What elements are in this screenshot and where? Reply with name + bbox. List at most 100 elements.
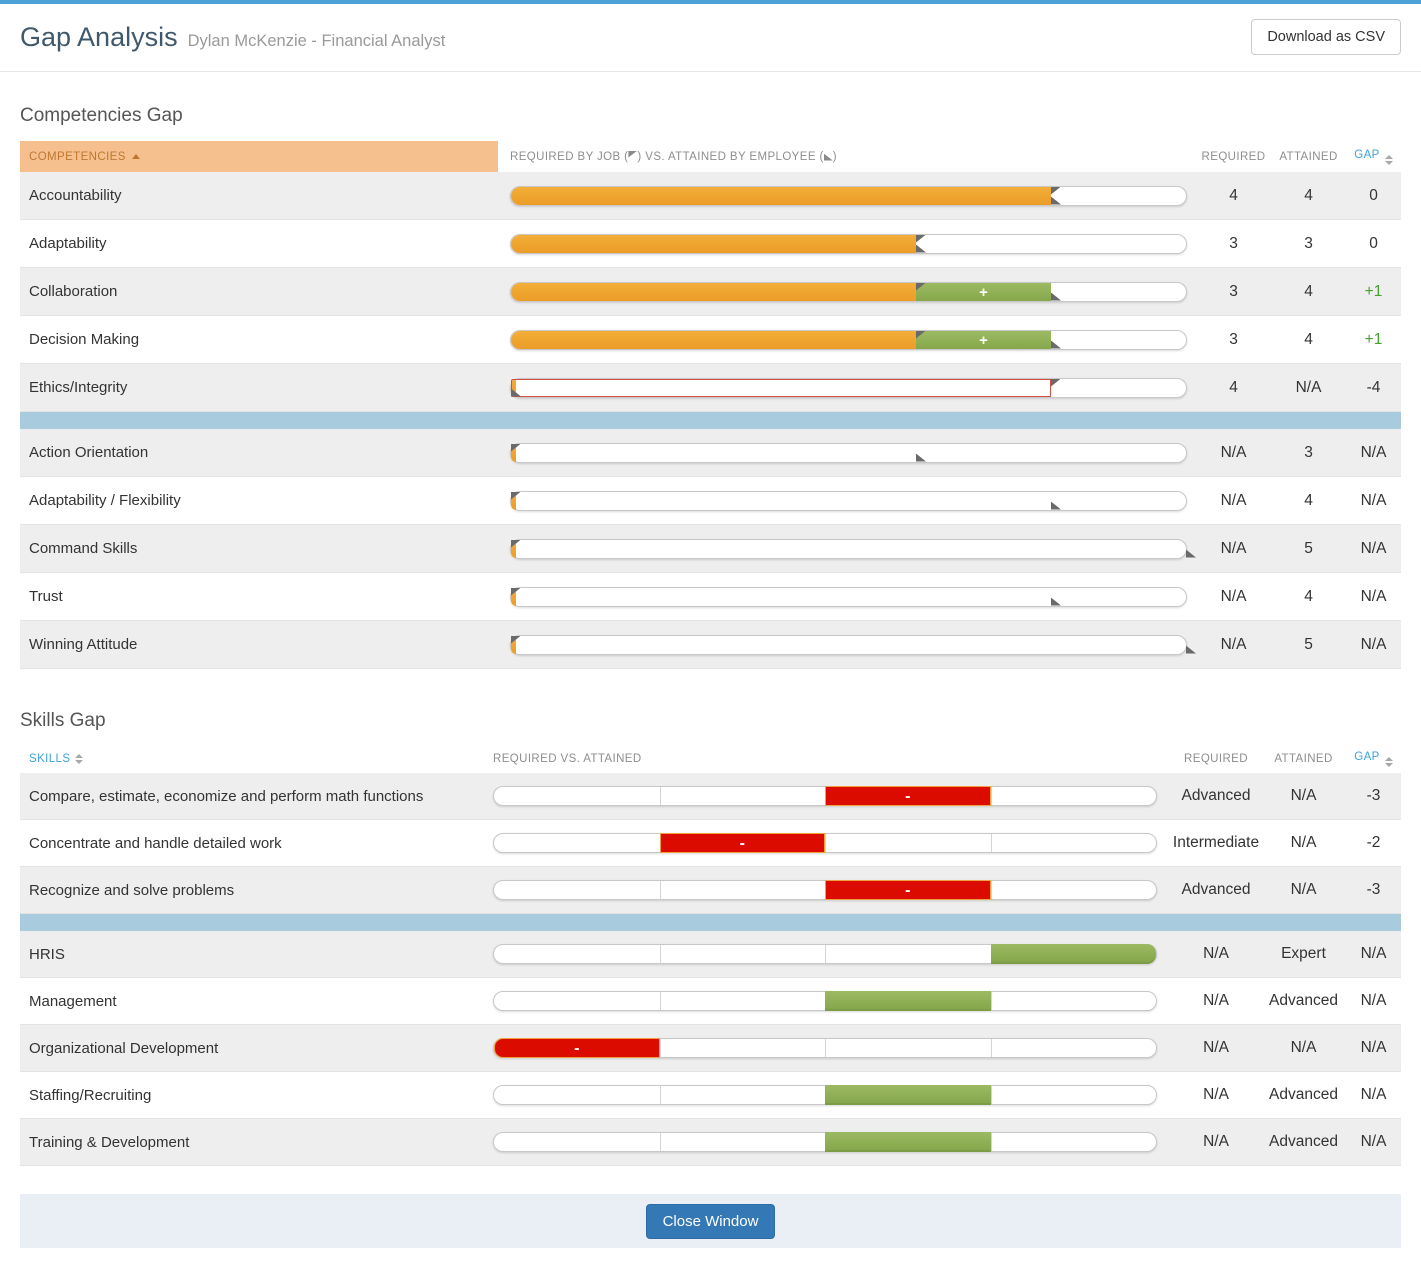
attained-marker-icon <box>1051 341 1061 349</box>
attained-value: N/A <box>1271 379 1346 397</box>
legend-text-pre: REQUIRED BY JOB ( <box>510 151 628 163</box>
skill-label: Compare, estimate, economize and perform… <box>20 788 493 805</box>
gap-value: -3 <box>1346 787 1401 805</box>
attained-value: 5 <box>1271 540 1346 558</box>
competency-label: Accountability <box>20 187 498 204</box>
gap-value: 0 <box>1346 235 1401 253</box>
gap-value: -2 <box>1346 834 1401 852</box>
skill-bar: - <box>493 833 1157 853</box>
attained-column-header: ATTAINED <box>1271 151 1346 163</box>
competency-bar <box>510 443 1187 463</box>
surplus-segment <box>825 1085 991 1105</box>
required-value: 4 <box>1196 187 1271 205</box>
required-fill <box>511 235 916 253</box>
gap-value: -4 <box>1346 379 1401 397</box>
gap-sort-header[interactable]: GAP <box>1346 751 1401 767</box>
surplus-segment <box>825 991 991 1011</box>
missing-attained-outline <box>511 379 1051 397</box>
segment-divider <box>991 992 992 1010</box>
table-row: Concentrate and handle detailed work - I… <box>20 820 1401 867</box>
required-value: 3 <box>1196 283 1271 301</box>
group-divider <box>20 412 1401 429</box>
competency-bar <box>510 234 1187 254</box>
skills-header-label: SKILLS <box>29 753 70 765</box>
download-csv-button[interactable]: Download as CSV <box>1251 19 1401 55</box>
table-row: Trust N/A 4 N/A <box>20 573 1401 621</box>
skill-bar: - <box>493 1038 1157 1058</box>
required-marker-icon <box>511 636 521 644</box>
required-fill <box>511 187 1051 205</box>
gap-sort-header[interactable]: GAP <box>1346 149 1401 165</box>
required-marker-icon <box>511 492 521 500</box>
skill-label: Recognize and solve problems <box>20 882 493 899</box>
required-flag-icon <box>628 151 637 161</box>
table-row: Adaptability 3 3 0 <box>20 220 1401 268</box>
skill-bar <box>493 1132 1157 1152</box>
surplus-segment <box>991 944 1157 964</box>
deficit-segment: - <box>825 786 991 806</box>
required-marker-icon <box>1051 187 1061 195</box>
competency-label: Adaptability / Flexibility <box>20 492 498 509</box>
attained-value: 5 <box>1271 636 1346 654</box>
segment-divider <box>825 1039 826 1057</box>
group-divider <box>20 914 1401 931</box>
competencies-sort-header[interactable]: COMPETENCIES <box>20 141 498 172</box>
sort-ascending-icon <box>132 154 140 159</box>
skills-section-title: Skills Gap <box>20 710 1401 732</box>
required-value: N/A <box>1171 945 1261 963</box>
competency-bar <box>510 539 1187 559</box>
skill-label: Staffing/Recruiting <box>20 1087 493 1104</box>
segment-divider <box>660 1086 661 1104</box>
gap-value: N/A <box>1346 492 1401 510</box>
skills-header-row: SKILLS REQUIRED VS. ATTAINED REQUIRED AT… <box>20 746 1401 772</box>
required-value: Advanced <box>1171 787 1261 805</box>
gap-value: 0 <box>1346 187 1401 205</box>
sort-both-icon <box>75 754 83 764</box>
competency-label: Ethics/Integrity <box>20 379 498 396</box>
required-value: N/A <box>1171 992 1261 1010</box>
skills-sort-header[interactable]: SKILLS <box>20 746 493 772</box>
sort-both-icon <box>1385 757 1393 767</box>
table-row: Recognize and solve problems - Advanced … <box>20 867 1401 914</box>
attained-value: N/A <box>1261 787 1346 805</box>
skill-bar <box>493 991 1157 1011</box>
attained-value: 3 <box>1271 235 1346 253</box>
surplus-segment: + <box>916 331 1051 349</box>
required-marker-icon <box>1051 379 1061 387</box>
segment-divider <box>660 1039 661 1057</box>
attained-value: Advanced <box>1261 1086 1346 1104</box>
table-row: Organizational Development - N/A N/A N/A <box>20 1025 1401 1072</box>
attained-value: 4 <box>1271 283 1346 301</box>
attained-value: 3 <box>1271 444 1346 462</box>
gap-value: N/A <box>1346 1086 1401 1104</box>
competency-bar <box>510 635 1187 655</box>
required-fill <box>511 331 916 349</box>
gap-value: +1 <box>1346 331 1401 349</box>
gap-value: N/A <box>1346 636 1401 654</box>
gap-value: N/A <box>1346 540 1401 558</box>
required-value: Advanced <box>1171 881 1261 899</box>
segment-divider <box>660 1133 661 1151</box>
attained-value: N/A <box>1261 834 1346 852</box>
segment-divider <box>825 945 826 963</box>
bar-legend: REQUIRED BY JOB () VS. ATTAINED BY EMPLO… <box>498 151 1196 163</box>
skill-bar: - <box>493 786 1157 806</box>
competency-bar: + <box>510 282 1187 302</box>
gap-value: +1 <box>1346 283 1401 301</box>
required-value: 4 <box>1196 379 1271 397</box>
competencies-header-row: COMPETENCIES REQUIRED BY JOB () VS. ATTA… <box>20 141 1401 172</box>
attained-flag-icon <box>824 151 833 161</box>
attained-marker-icon <box>1186 646 1196 654</box>
segment-divider <box>991 834 992 852</box>
footer-band: Close Window <box>20 1194 1401 1248</box>
gap-header-label: GAP <box>1354 751 1380 763</box>
attained-value: 4 <box>1271 492 1346 510</box>
competency-label: Trust <box>20 588 498 605</box>
attained-marker-icon <box>1186 550 1196 558</box>
required-value: N/A <box>1196 636 1271 654</box>
segment-divider <box>660 992 661 1010</box>
table-row: Adaptability / Flexibility N/A 4 N/A <box>20 477 1401 525</box>
segment-divider <box>660 881 661 899</box>
attained-marker-icon <box>916 454 926 462</box>
close-window-button[interactable]: Close Window <box>646 1204 776 1239</box>
